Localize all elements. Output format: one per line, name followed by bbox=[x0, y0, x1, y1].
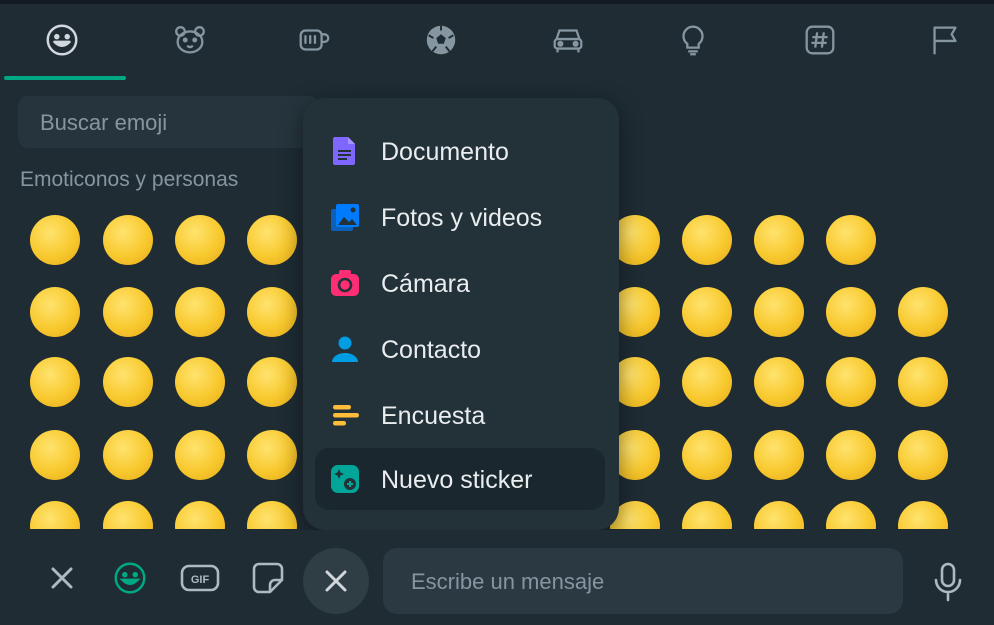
emoji-item[interactable] bbox=[175, 215, 225, 265]
emoji-item[interactable] bbox=[175, 287, 225, 337]
emoji-category-tabs bbox=[0, 4, 994, 80]
tab-animals[interactable] bbox=[128, 4, 252, 76]
emoji-item[interactable] bbox=[826, 357, 876, 407]
menu-item-label: Contacto bbox=[381, 336, 482, 364]
close-icon bbox=[325, 570, 347, 592]
menu-item-new-sticker[interactable]: Nuevo sticker bbox=[315, 448, 605, 510]
emoji-item[interactable] bbox=[103, 215, 153, 265]
emoji-search-input[interactable]: Buscar emoji bbox=[18, 96, 318, 148]
soccer-ball-icon bbox=[426, 25, 456, 55]
emoji-item[interactable] bbox=[30, 215, 80, 265]
search-placeholder: Buscar emoji bbox=[40, 110, 168, 135]
gif-icon: GIF bbox=[180, 564, 220, 592]
emoji-item[interactable] bbox=[30, 430, 80, 480]
emoji-item[interactable] bbox=[898, 430, 948, 480]
menu-item-document[interactable]: Documento bbox=[315, 120, 605, 182]
emoji-item[interactable] bbox=[754, 357, 804, 407]
emoji-item[interactable] bbox=[103, 501, 153, 529]
category-title: Emoticonos y personas bbox=[20, 168, 239, 191]
emoji-item[interactable] bbox=[754, 430, 804, 480]
emoji-item[interactable] bbox=[682, 501, 732, 529]
message-input[interactable]: Escribe un mensaje bbox=[383, 548, 903, 614]
emoji-item[interactable] bbox=[826, 215, 876, 265]
emoji-item[interactable] bbox=[826, 501, 876, 529]
emoji-item[interactable] bbox=[898, 357, 948, 407]
menu-item-contact[interactable]: Contacto bbox=[315, 318, 605, 380]
tab-smileys[interactable] bbox=[0, 4, 124, 76]
emoji-item[interactable] bbox=[898, 501, 948, 529]
emoji-item[interactable] bbox=[247, 287, 297, 337]
tab-flags[interactable] bbox=[883, 4, 994, 76]
smiley-icon bbox=[46, 24, 78, 56]
tab-travel[interactable] bbox=[506, 4, 630, 76]
bear-face-icon bbox=[175, 26, 205, 54]
lightbulb-icon bbox=[682, 25, 704, 56]
flag-icon bbox=[933, 26, 957, 55]
microphone-button[interactable] bbox=[928, 560, 968, 604]
emoji-item[interactable] bbox=[682, 215, 732, 265]
menu-item-label: Cámara bbox=[381, 270, 470, 298]
message-placeholder: Escribe un mensaje bbox=[411, 569, 605, 594]
tab-activity[interactable] bbox=[379, 4, 503, 76]
emoji-item[interactable] bbox=[30, 287, 80, 337]
emoji-item[interactable] bbox=[898, 287, 948, 337]
menu-item-photos-videos[interactable]: Fotos y videos bbox=[315, 186, 605, 248]
emoji-item[interactable] bbox=[103, 357, 153, 407]
menu-item-label: Nuevo sticker bbox=[381, 466, 533, 494]
tab-objects[interactable] bbox=[631, 4, 755, 76]
svg-text:GIF: GIF bbox=[191, 574, 210, 586]
sticker-icon bbox=[252, 562, 284, 594]
close-emoji-panel-button[interactable] bbox=[42, 558, 82, 598]
emoji-item[interactable] bbox=[103, 287, 153, 337]
emoji-item[interactable] bbox=[175, 357, 225, 407]
emoji-item[interactable] bbox=[754, 287, 804, 337]
emoji-icon bbox=[114, 562, 146, 594]
emoji-item[interactable] bbox=[247, 501, 297, 529]
gallery-icon bbox=[331, 204, 359, 231]
close-icon bbox=[51, 567, 73, 589]
emoji-item[interactable] bbox=[103, 430, 153, 480]
emoji-item[interactable] bbox=[175, 430, 225, 480]
camera-icon bbox=[331, 270, 359, 296]
microphone-icon bbox=[934, 562, 962, 602]
coffee-cup-icon bbox=[299, 29, 330, 51]
tab-food[interactable] bbox=[252, 4, 376, 76]
menu-item-poll[interactable]: Encuesta bbox=[315, 384, 605, 446]
emoji-item[interactable] bbox=[682, 287, 732, 337]
gif-button[interactable]: GIF bbox=[180, 558, 220, 598]
contact-icon bbox=[332, 336, 358, 362]
tab-symbols[interactable] bbox=[758, 4, 882, 76]
hashtag-icon bbox=[805, 25, 835, 55]
emoji-item[interactable] bbox=[682, 430, 732, 480]
menu-item-label: Encuesta bbox=[381, 402, 486, 430]
active-tab-indicator bbox=[4, 76, 126, 80]
menu-item-label: Documento bbox=[381, 138, 509, 166]
emoji-item[interactable] bbox=[754, 501, 804, 529]
attachment-menu: Documento Fotos y videos Cámara Contacto bbox=[303, 98, 619, 530]
close-attachment-menu-button[interactable] bbox=[303, 548, 369, 614]
sticker-button[interactable] bbox=[248, 558, 288, 598]
car-icon bbox=[553, 29, 583, 53]
emoji-item[interactable] bbox=[247, 430, 297, 480]
emoji-item[interactable] bbox=[754, 215, 804, 265]
poll-icon bbox=[333, 405, 359, 426]
emoji-item[interactable] bbox=[826, 430, 876, 480]
emoji-item[interactable] bbox=[682, 357, 732, 407]
emoji-button[interactable] bbox=[110, 558, 150, 598]
new-sticker-icon bbox=[331, 465, 359, 493]
emoji-item[interactable] bbox=[247, 215, 297, 265]
emoji-item[interactable] bbox=[175, 501, 225, 529]
emoji-item[interactable] bbox=[826, 287, 876, 337]
menu-item-camera[interactable]: Cámara bbox=[315, 252, 605, 314]
document-icon bbox=[333, 137, 355, 165]
emoji-item[interactable] bbox=[30, 357, 80, 407]
menu-item-label: Fotos y videos bbox=[381, 204, 543, 232]
emoji-item[interactable] bbox=[30, 501, 80, 529]
emoji-item[interactable] bbox=[247, 357, 297, 407]
